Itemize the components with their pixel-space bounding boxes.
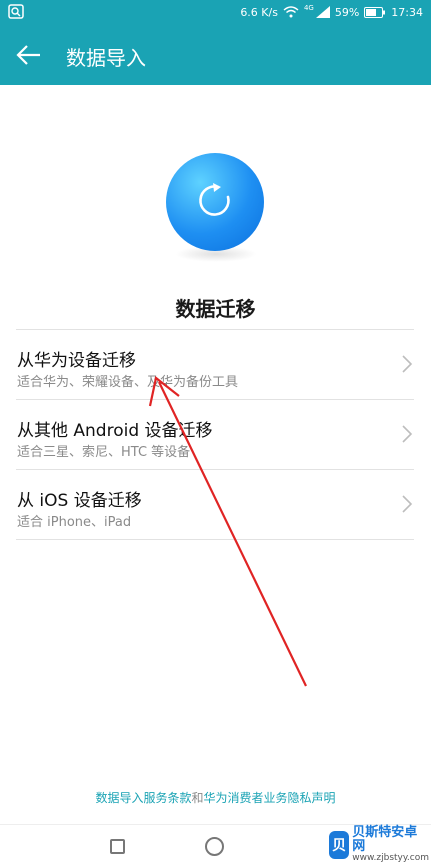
migration-logo [166,153,264,251]
network-type: 4G [303,4,314,12]
clock: 17:34 [391,5,423,19]
option-subtitle: 适合华为、荣耀设备、及华为备份工具 [17,375,239,390]
app-bar: 数据导入 [0,24,431,85]
recents-button[interactable] [110,839,125,854]
option-subtitle: 适合三星、索尼、HTC 等设备 [17,445,191,460]
terms-link[interactable]: 数据导入服务条款 [95,791,191,805]
chevron-right-icon [402,495,413,513]
option-subtitle: 适合 iPhone、iPad [17,515,132,530]
status-bar: 6.6 K/s 4G 59% 17:34 [0,0,431,24]
option-ios[interactable]: 从 iOS 设备迁移 适合 iPhone、iPad [16,469,414,540]
chevron-right-icon [402,355,413,373]
option-title: 从华为设备迁移 [17,351,136,371]
privacy-link[interactable]: 华为消费者业务隐私声明 [204,791,336,805]
section-heading: 数据迁移 [175,297,256,321]
footer-links: 数据导入服务条款和华为消费者业务隐私声明 [0,789,431,806]
watermark-logo: 贝 [329,831,350,859]
network-speed: 6.6 K/s [240,5,278,19]
wifi-icon [283,6,299,18]
refresh-icon [199,183,230,216]
option-title: 从 iOS 设备迁移 [17,491,142,511]
home-button[interactable] [205,837,224,856]
site-watermark: 贝 贝斯特安卓网 www.zjbstyy.com [329,824,429,864]
watermark-url: www.zjbstyy.com [352,853,429,864]
option-huawei[interactable]: 从华为设备迁移 适合华为、荣耀设备、及华为备份工具 [16,329,414,399]
chevron-right-icon [402,425,413,443]
option-android[interactable]: 从其他 Android 设备迁移 适合三星、索尼、HTC 等设备 [16,399,414,469]
battery-percent: 59% [334,5,360,19]
option-title: 从其他 Android 设备迁移 [17,421,213,441]
watermark-name: 贝斯特安卓网 [352,824,418,855]
notification-icon [8,4,24,19]
signal-icon [315,6,330,18]
page-title: 数据导入 [66,46,146,70]
back-arrow-icon[interactable] [14,40,44,70]
battery-icon [364,6,386,18]
migration-options-list: 从华为设备迁移 适合华为、荣耀设备、及华为备份工具 从其他 Android 设备… [16,329,414,540]
footer-conjunction: 和 [191,791,204,805]
